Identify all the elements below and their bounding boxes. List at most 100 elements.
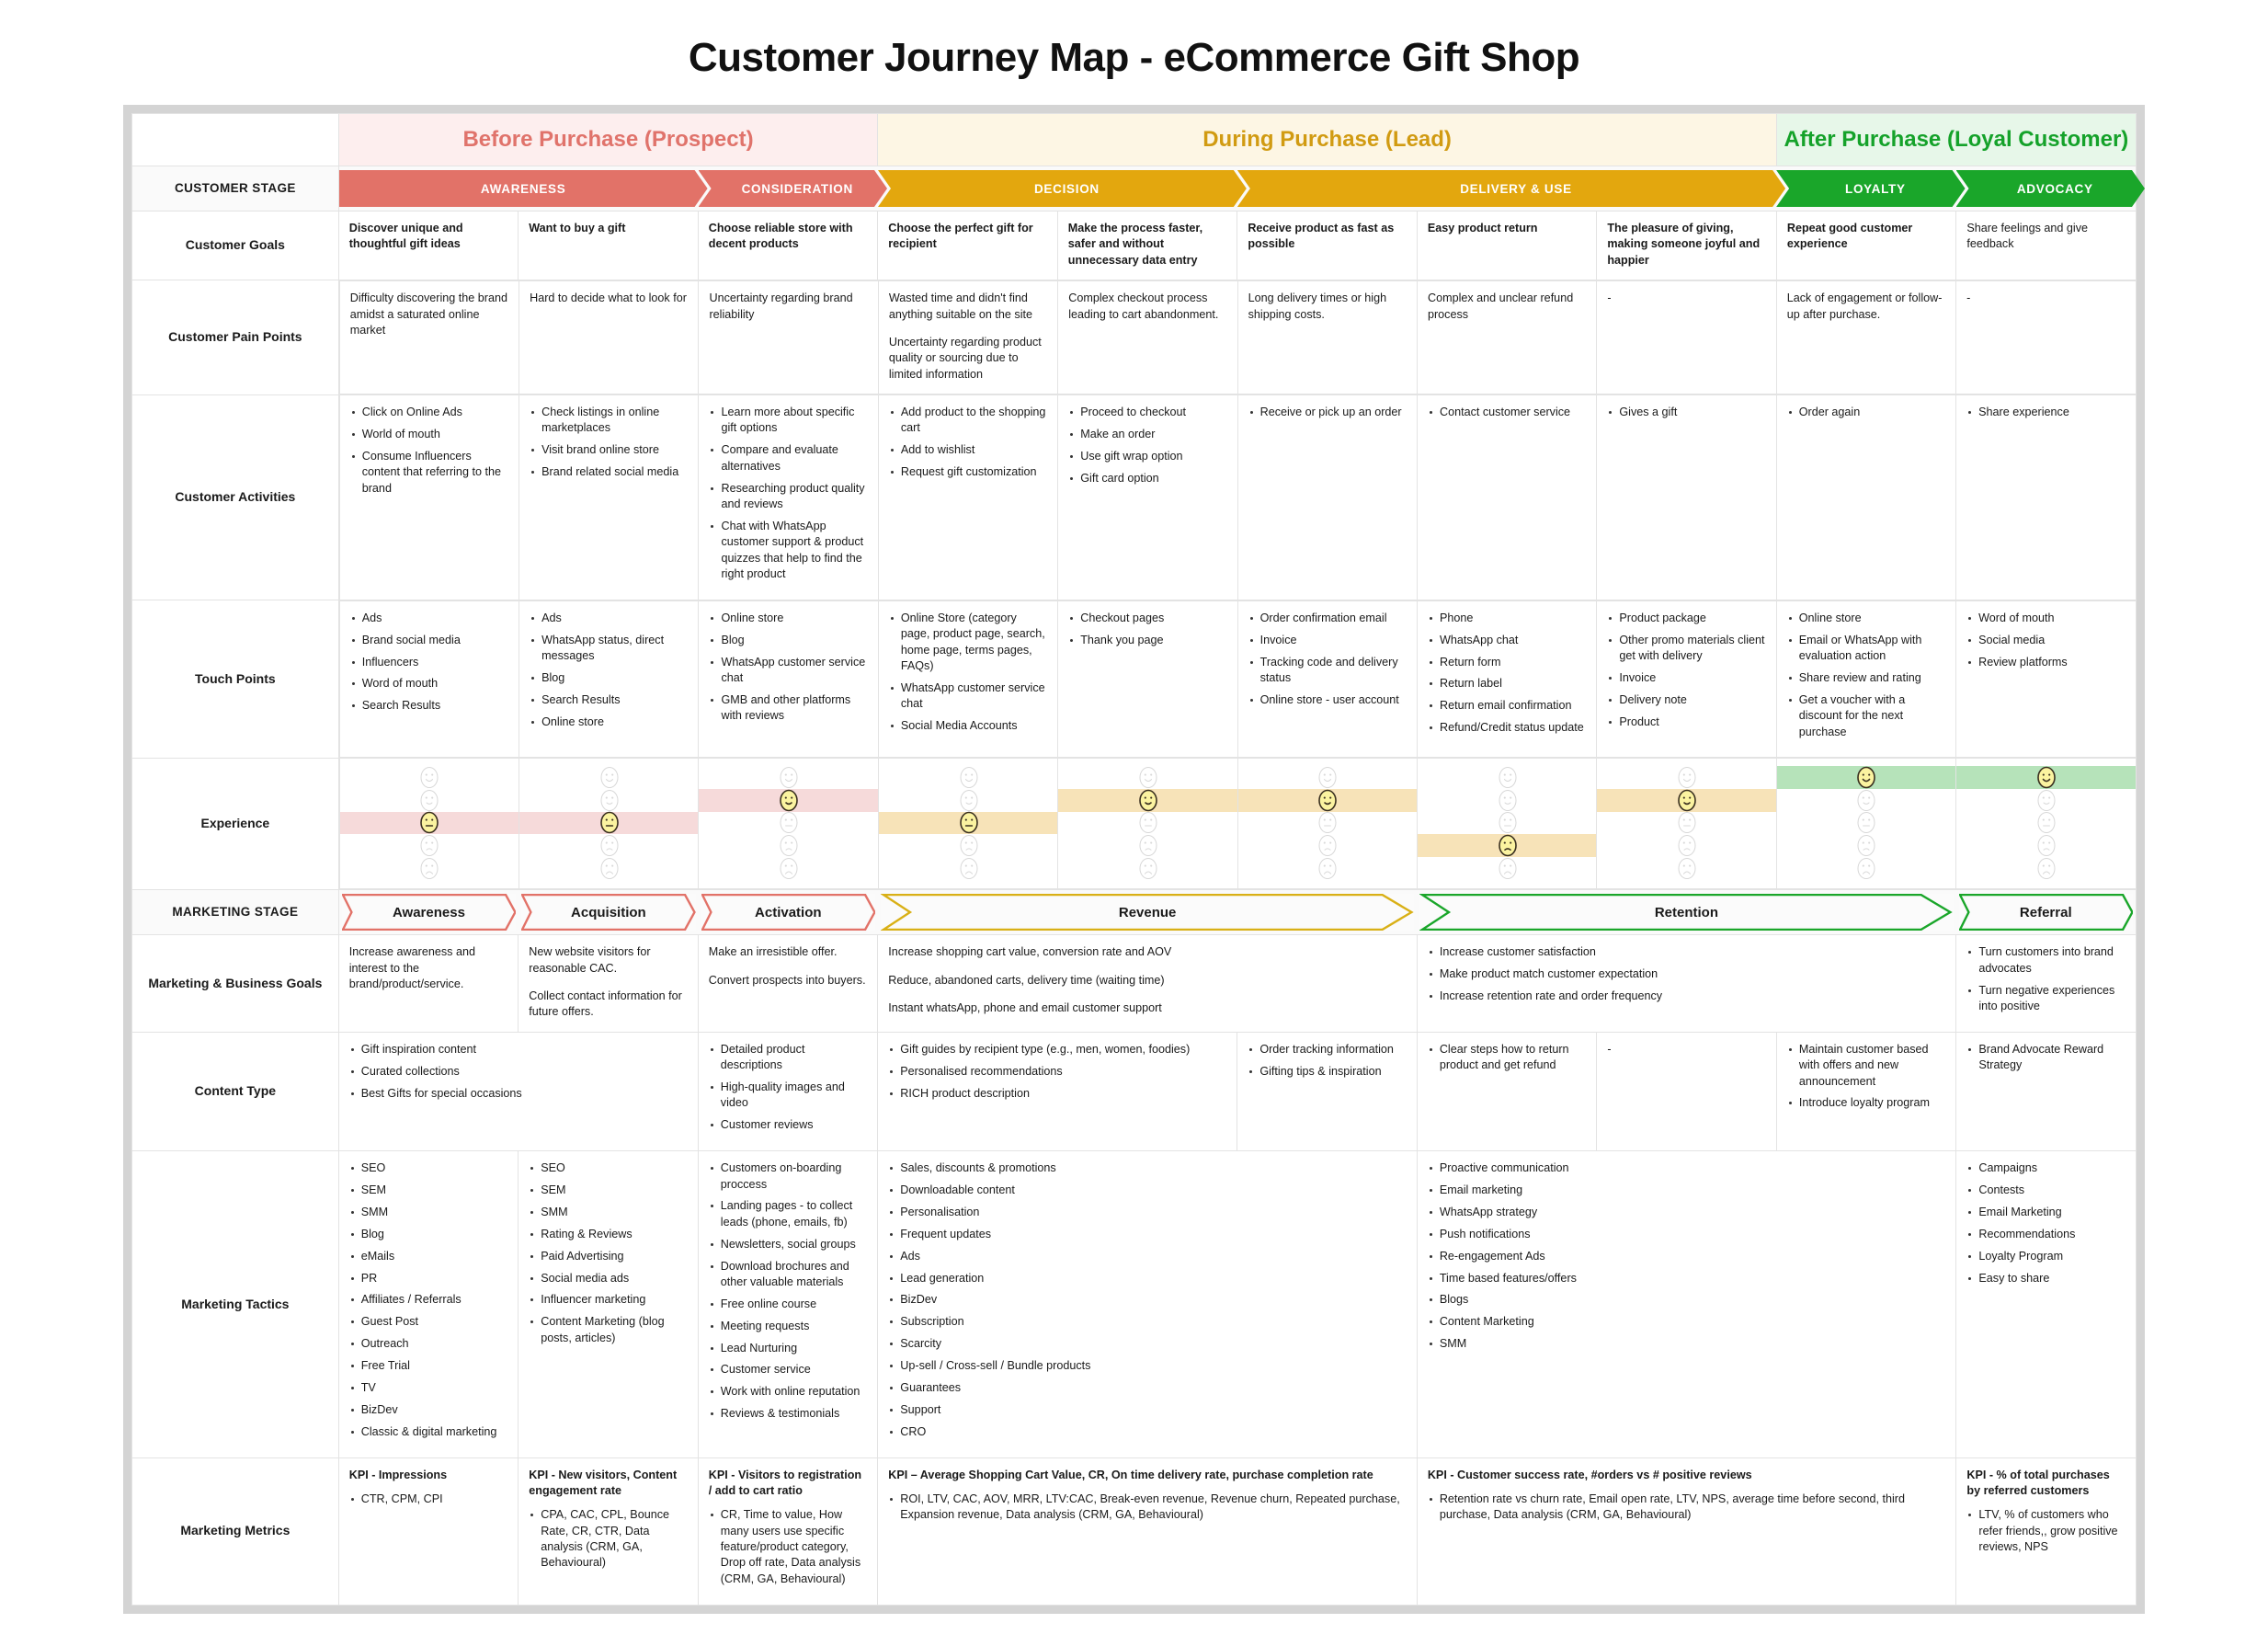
happy-face-icon <box>599 789 619 812</box>
experience-slot-neutral[interactable] <box>699 812 877 835</box>
experience-slot-very-happy[interactable] <box>879 766 1057 789</box>
marketing-stage-chevron-awareness[interactable]: Awareness <box>341 894 517 932</box>
experience-slot-sad[interactable] <box>699 834 877 857</box>
marketing-stage-chevron-acquisition[interactable]: Acquisition <box>521 894 696 932</box>
experience-slot-happy[interactable] <box>1956 789 2135 812</box>
experience-slot-very-happy[interactable] <box>699 766 877 789</box>
experience-slot-happy[interactable] <box>1418 789 1596 812</box>
kpi-heading: KPI - New visitors, Content engagement r… <box>529 1468 678 1497</box>
marketing-tactics-text: Proactive communication Email marketing Wh… <box>1418 1151 1956 1369</box>
activity-item: Receive or pick up an order <box>1248 405 1407 420</box>
goal-cell: Want to buy a gift <box>518 210 699 281</box>
kpi-heading: KPI - % of total purchases by referred c… <box>1966 1468 2110 1497</box>
experience-slot-very-sad[interactable] <box>1956 857 2135 880</box>
sad-face-icon <box>1317 834 1337 857</box>
neutral-face-icon <box>419 811 439 834</box>
experience-slot-very-sad[interactable] <box>1058 857 1237 880</box>
experience-slot-very-happy[interactable] <box>519 766 698 789</box>
experience-slot-very-happy[interactable] <box>1776 766 1956 789</box>
experience-slot-happy[interactable] <box>699 788 878 812</box>
experience-slot-sad[interactable] <box>879 834 1057 857</box>
experience-slot-very-sad[interactable] <box>699 857 877 880</box>
experience-slot-neutral[interactable] <box>1418 812 1596 835</box>
experience-slot-neutral[interactable] <box>1956 812 2135 835</box>
very-sad-face-icon <box>959 857 978 880</box>
customer-stage-chevron-loyalty[interactable]: LOYALTY <box>1776 170 1965 207</box>
experience-slot-neutral[interactable] <box>519 811 699 835</box>
experience-slot-sad[interactable] <box>1417 834 1597 857</box>
experience-slot-very-happy[interactable] <box>1238 766 1417 789</box>
mm-cell: KPI - % of total purchases by referred c… <box>1955 1457 2137 1606</box>
customer-stage-chevron-awareness[interactable]: AWARENESS <box>339 170 708 207</box>
customer-stage-chevron-delivery-use[interactable]: DELIVERY & USE <box>1237 170 1785 207</box>
kpi-metric-list: Retention rate vs churn rate, Email open… <box>1428 1492 1946 1524</box>
pain-point-para: Wasted time and didn't find anything sui… <box>888 291 1032 321</box>
experience-slot-sad[interactable] <box>340 834 519 857</box>
pain-point-text: Complex checkout process leading to cart… <box>1058 281 1237 334</box>
experience-slot-very-sad[interactable] <box>1238 857 1417 880</box>
experience-slot-very-sad[interactable] <box>879 857 1057 880</box>
experience-cell <box>698 758 879 890</box>
experience-slot-happy[interactable] <box>340 789 519 812</box>
customer-stage-label: LOYALTY <box>1845 181 1906 196</box>
experience-slot-very-happy[interactable] <box>1956 766 2136 789</box>
experience-slot-very-sad[interactable] <box>1777 857 1955 880</box>
experience-slot-very-happy[interactable] <box>1418 766 1596 789</box>
experience-slot-happy[interactable] <box>1597 788 1776 812</box>
experience-slot-happy[interactable] <box>879 789 1057 812</box>
very-happy-face-icon <box>419 766 439 789</box>
experience-slot-very-sad[interactable] <box>519 857 698 880</box>
customer-stage-chevron-decision[interactable]: DECISION <box>878 170 1247 207</box>
marketing-stage-chevron-retention[interactable]: Retention <box>1419 894 1954 932</box>
customer-stage-chevron-advocacy[interactable]: ADVOCACY <box>1956 170 2145 207</box>
experience-slot-sad[interactable] <box>1058 834 1237 857</box>
very-sad-face-icon <box>599 857 619 880</box>
touch-point-list: Word of mouth Social media Review platform… <box>1966 611 2125 670</box>
experience-slot-neutral[interactable] <box>1777 812 1955 835</box>
goal-text: Make the process faster, safer and witho… <box>1067 222 1203 267</box>
touch-point-list: Checkout pages Thank you page <box>1068 611 1226 648</box>
marketing-stage-chevron-referral[interactable]: Referral <box>1958 894 2133 932</box>
marketing-tactic-list: Customers on-boarding proccess Landing pa… <box>709 1160 868 1422</box>
content-type-dash: - <box>1607 1042 1612 1056</box>
marketing-stage-chevron-revenue[interactable]: Revenue <box>881 894 1415 932</box>
experience-slot-sad[interactable] <box>1956 834 2135 857</box>
kpi-metric-list: CPA, CAC, CPL, Bounce Rate, CR, CTR, Dat… <box>529 1507 688 1572</box>
experience-slot-happy[interactable] <box>1777 789 1955 812</box>
experience-slot-sad[interactable] <box>1238 834 1417 857</box>
customer-stage-chevron-consideration[interactable]: CONSIDERATION <box>699 170 887 207</box>
experience-slot-very-happy[interactable] <box>340 766 519 789</box>
experience-slot-very-sad[interactable] <box>1418 857 1596 880</box>
experience-slot-neutral[interactable] <box>339 811 519 835</box>
customer-stage-label: DELIVERY & USE <box>1460 181 1572 196</box>
very-happy-face-icon <box>1856 766 1876 789</box>
experience-slot-happy[interactable] <box>1058 788 1237 812</box>
experience-slot-neutral[interactable] <box>878 811 1058 835</box>
touch-point-list: Order confirmation email Invoice Tracking … <box>1248 611 1407 708</box>
marketing-stage-chevron-activation[interactable]: Activation <box>701 894 875 932</box>
touch-point-cell: Word of mouth Social media Review platform… <box>1955 600 2137 759</box>
experience-slot-neutral[interactable] <box>1597 812 1775 835</box>
very-happy-face-icon <box>1498 766 1517 789</box>
touch-point-item: Blog <box>709 633 867 648</box>
touch-point-item: Search Results <box>350 698 508 714</box>
sad-face-icon <box>1498 834 1517 857</box>
experience-slot-happy[interactable] <box>519 789 698 812</box>
very-happy-face-icon <box>779 766 798 789</box>
touch-point-item: Influencers <box>350 655 508 670</box>
experience-slot-very-happy[interactable] <box>1597 766 1775 789</box>
experience-slot-sad[interactable] <box>519 834 698 857</box>
experience-slot-neutral[interactable] <box>1238 812 1417 835</box>
activity-list: Check listings in online marketplaces Vis… <box>530 405 688 481</box>
experience-slot-sad[interactable] <box>1597 834 1775 857</box>
mbg-item: Make product match customer expectation <box>1428 966 1946 982</box>
activity-item: Gift card option <box>1068 471 1226 486</box>
experience-slot-very-happy[interactable] <box>1058 766 1237 789</box>
goal-cell: Repeat good customer experience <box>1775 210 1957 281</box>
experience-slot-neutral[interactable] <box>1058 812 1237 835</box>
experience-slot-sad[interactable] <box>1777 834 1955 857</box>
experience-slot-happy[interactable] <box>1237 788 1417 812</box>
experience-slot-very-sad[interactable] <box>340 857 519 880</box>
experience-slot-very-sad[interactable] <box>1597 857 1775 880</box>
mbg-para: Instant whatsApp, phone and email custom… <box>888 1001 1162 1015</box>
